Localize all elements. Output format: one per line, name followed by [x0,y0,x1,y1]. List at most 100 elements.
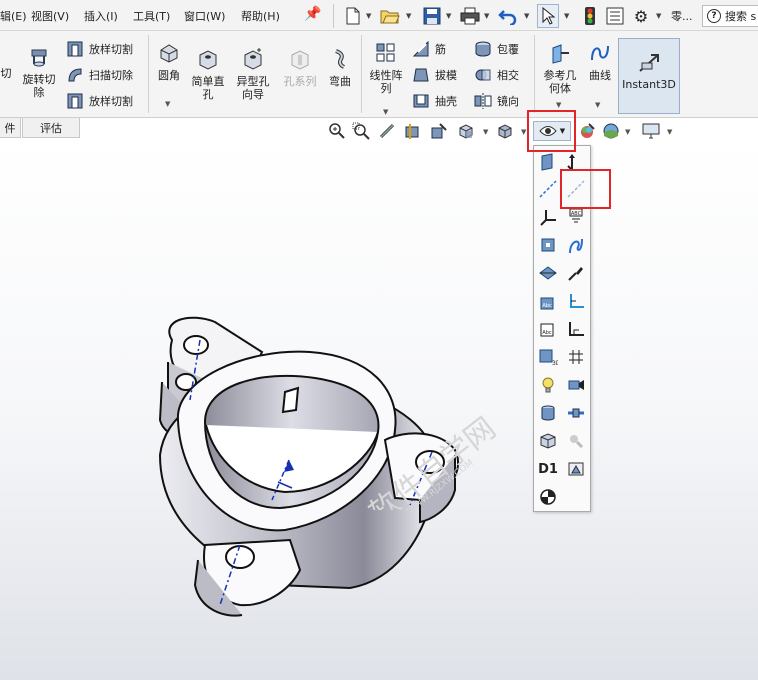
view-sketch-relations-icon[interactable] [564,289,588,313]
chevron-down-icon[interactable]: ▼ [483,128,488,136]
chevron-down-icon[interactable]: ▼ [366,12,371,20]
section-view-icon[interactable] [403,121,423,141]
linear-pattern-icon [376,43,395,62]
wrap-button[interactable]: 包覆 [474,40,519,58]
chevron-down-icon[interactable]: ▼ [524,12,529,20]
tab-features[interactable]: 件 [0,118,21,138]
dynamic-annotation-icon[interactable] [429,121,449,141]
menu-help[interactable]: 帮助(H) [241,8,280,24]
view-axes-icon[interactable] [536,177,560,201]
simple-hole-button[interactable]: 简单直 孔 [188,48,228,101]
divider [148,35,149,113]
loft-cut-label-2: 放样切割 [89,95,133,108]
file-properties-icon[interactable] [604,4,626,28]
loft-cut-button-1[interactable]: 放样切割 [66,40,133,58]
search-placeholder: 搜索 s [725,10,757,23]
chevron-down-icon[interactable]: ▼ [165,100,170,108]
new-document-icon[interactable] [342,4,364,28]
edit-appearance-icon[interactable] [577,121,597,141]
print-icon[interactable] [459,4,481,28]
view-bodies-icon[interactable] [536,429,560,453]
save-icon[interactable] [421,4,443,28]
chevron-down-icon[interactable]: ▼ [625,128,630,136]
view-grid-icon[interactable] [564,345,588,369]
chevron-down-icon[interactable]: ▼ [667,128,672,136]
loft-cut-icon [67,93,83,109]
menu-edit[interactable]: 辑(E) [0,8,27,24]
intersect-button[interactable]: 相交 [474,66,519,84]
chevron-down-icon[interactable]: ▼ [556,101,561,109]
instant3d-icon [639,54,659,72]
chevron-down-icon[interactable]: ▼ [484,12,489,20]
view-cosmetic-threads-icon[interactable]: Abc [536,317,560,341]
hole-series-label: 孔系列 [283,75,317,88]
zoom-to-area-icon[interactable] [351,121,371,141]
chevron-down-icon[interactable]: ▼ [595,101,600,109]
loft-cut-button-2[interactable]: 放样切割 [66,92,133,110]
mirror-button[interactable]: 镜向 [474,92,519,110]
d1-label: D1 [538,461,558,477]
search-input[interactable]: ? 搜索 s [702,5,758,27]
hole-series-button[interactable]: 孔系列 [280,48,320,88]
reference-geometry-button[interactable]: 参考几 何体 [539,42,581,95]
view-sketch-planes-icon[interactable] [564,317,588,341]
view-mates-icon[interactable] [564,429,588,453]
revolve-cut-button[interactable]: 旋转切 除 [19,46,59,99]
apply-scene-icon[interactable] [601,121,621,141]
chevron-down-icon[interactable]: ▼ [656,12,661,20]
view-planes-icon[interactable] [536,150,560,174]
view-decals-icon[interactable] [564,457,588,481]
chevron-down-icon[interactable]: ▼ [446,12,451,20]
part-model[interactable] [0,140,758,680]
view-points-icon[interactable] [536,233,560,257]
fillet-button[interactable]: 圆角 [153,42,185,82]
view-orientation-icon[interactable] [456,121,476,141]
view-center-of-mass-icon[interactable] [536,485,560,509]
gear-icon[interactable]: ⚙ [630,4,652,28]
menu-view[interactable]: 视图(V) [31,8,69,24]
revolve-cut-icon [31,49,47,67]
view-dimension-labels-button[interactable]: D1 [536,457,560,481]
hole-wizard-button[interactable]: 异型孔 向导 [232,48,274,101]
linear-pattern-button[interactable]: 线性阵 列 [366,42,406,95]
menu-window[interactable]: 窗口(W) [184,8,225,24]
select-pointer-icon[interactable] [537,4,559,28]
menu-tools[interactable]: 工具(T) [133,8,170,24]
view-annotations-icon[interactable]: Abc [536,289,560,313]
curves-button[interactable]: 曲线 [584,42,616,82]
flex-button[interactable]: 弯曲 [325,48,355,88]
view-routing-points-icon[interactable] [564,401,588,425]
view-lights-icon[interactable] [536,373,560,397]
tab-evaluate[interactable]: 评估 [22,118,80,138]
view-3d-sketch-planes-icon[interactable]: 3D [536,345,560,369]
sweep-cut-button[interactable]: 扫描切除 [66,66,133,84]
instant3d-button[interactable]: Instant3D [618,38,680,114]
draft-button[interactable]: 拔模 [412,66,457,84]
svg-text:Abc: Abc [542,330,552,336]
open-folder-icon[interactable] [379,4,401,28]
view-sketches-icon[interactable] [564,261,588,285]
cut-button[interactable]: 切 [0,67,12,80]
overflow-label[interactable]: 零... [671,8,693,24]
chevron-down-icon[interactable]: ▼ [564,12,569,20]
menu-insert[interactable]: 插入(I) [84,8,118,24]
zoom-to-fit-icon[interactable] [327,121,347,141]
rib-button[interactable]: 筋 [412,40,446,58]
view-parting-lines-icon[interactable] [536,261,560,285]
graphics-area[interactable]: 软件自学网 WWW.RJZXW.COM [0,140,758,680]
display-style-icon[interactable] [495,121,515,141]
shell-button[interactable]: 抽壳 [412,92,457,110]
view-weld-beads-icon[interactable] [536,401,560,425]
previous-view-icon[interactable] [377,121,397,141]
chevron-down-icon[interactable]: ▼ [383,108,388,116]
chevron-down-icon[interactable]: ▼ [521,128,526,136]
view-cameras-icon[interactable] [564,373,588,397]
chevron-down-icon[interactable]: ▼ [406,12,411,20]
mirror-label: 镜向 [497,95,519,108]
pin-icon[interactable]: 📌 [304,6,321,22]
rebuild-traffic-light-icon[interactable] [579,4,601,28]
undo-icon[interactable] [497,4,519,28]
view-coordinate-systems-icon[interactable] [536,205,560,229]
view-settings-icon[interactable] [641,121,661,141]
view-curves-icon[interactable] [564,233,588,257]
